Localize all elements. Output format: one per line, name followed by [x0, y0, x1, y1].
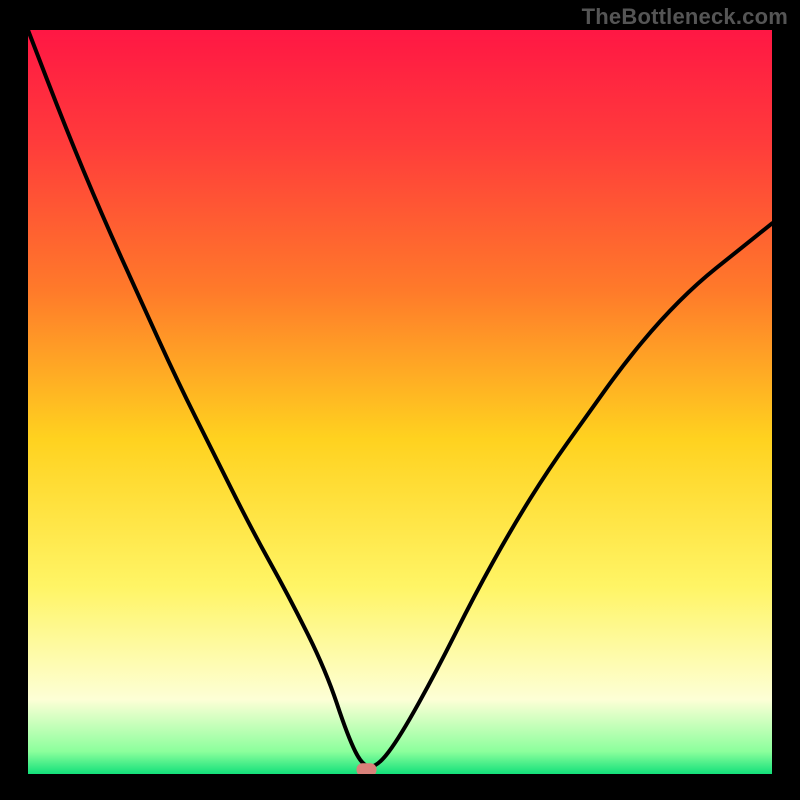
chart-svg	[28, 30, 772, 774]
optimal-point-marker	[357, 763, 377, 774]
plot-area	[28, 30, 772, 774]
figure-frame: TheBottleneck.com	[0, 0, 800, 800]
gradient-background	[28, 30, 772, 774]
watermark-text: TheBottleneck.com	[582, 4, 788, 30]
